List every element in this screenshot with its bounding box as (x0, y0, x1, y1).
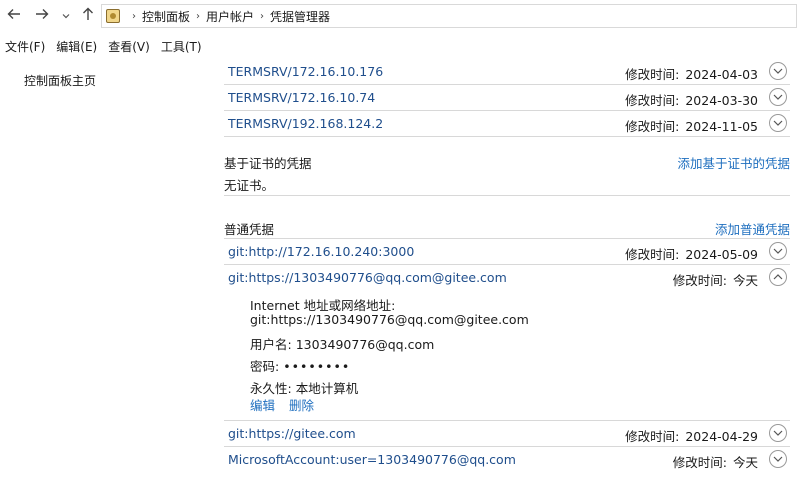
menu-file[interactable]: 文件(F) (0, 37, 51, 57)
modified-label: 修改时间: (625, 119, 680, 134)
chevron-down-icon (773, 430, 783, 436)
modified-value: 2024-03-30 (685, 93, 758, 108)
modified-value: 2024-11-05 (685, 119, 758, 134)
forward-button[interactable] (32, 6, 52, 26)
credential-modified: 修改时间: 2024-05-09 (625, 244, 758, 263)
credential-modified: 修改时间: 2024-04-29 (625, 426, 758, 445)
breadcrumb-user-accounts[interactable]: 用户帐户 (206, 8, 254, 25)
chevron-up-icon (773, 274, 783, 280)
credential-row[interactable]: git:http://172.16.10.240:3000 修改时间: 2024-… (224, 239, 790, 265)
chevron-down-icon (773, 456, 783, 462)
chevron-down-icon (62, 14, 70, 19)
credential-name[interactable]: TERMSRV/172.16.10.74 (228, 90, 375, 105)
breadcrumb-separator-icon[interactable]: › (132, 11, 136, 22)
chevron-down-icon (773, 248, 783, 254)
modified-value: 2024-04-29 (685, 429, 758, 444)
back-button[interactable] (4, 6, 24, 26)
modified-value: 今天 (732, 273, 758, 288)
credential-details: Internet 地址或网络地址: git:https://1303490776… (224, 291, 790, 421)
up-button[interactable] (78, 6, 98, 26)
modified-value: 2024-05-09 (685, 247, 758, 262)
breadcrumb-separator-icon[interactable]: › (260, 11, 264, 22)
recent-locations-button[interactable] (56, 6, 76, 26)
collapse-button[interactable] (769, 268, 787, 286)
expand-button[interactable] (769, 114, 787, 132)
chevron-down-icon (773, 120, 783, 126)
modified-label: 修改时间: (625, 429, 680, 444)
arrow-left-icon (7, 9, 20, 19)
credential-row[interactable]: TERMSRV/172.16.10.176 修改时间: 2024-04-03 (224, 59, 790, 85)
credential-modified: 修改时间: 今天 (673, 452, 758, 471)
password-row: 密码: •••••••• (250, 356, 350, 375)
username-value: 1303490776@qq.com (295, 337, 435, 352)
menu-edit[interactable]: 编辑(E) (51, 37, 103, 57)
credential-name[interactable]: TERMSRV/172.16.10.176 (228, 64, 383, 79)
credential-row[interactable]: TERMSRV/192.168.124.2 修改时间: 2024-11-05 (224, 111, 790, 137)
chevron-down-icon (773, 94, 783, 100)
section-title: 基于证书的凭据 (224, 156, 312, 171)
address-value: git:https://1303490776@qq.com@gitee.com (250, 312, 529, 327)
credential-name[interactable]: git:http://172.16.10.240:3000 (228, 244, 414, 259)
address-bar: › 控制面板 › 用户帐户 › 凭据管理器 (0, 0, 798, 32)
credential-modified: 修改时间: 2024-03-30 (625, 90, 758, 109)
certificate-section-header: 基于证书的凭据 添加基于证书的凭据 (224, 147, 790, 173)
modified-value: 今天 (732, 455, 758, 470)
modified-label: 修改时间: (672, 455, 727, 470)
username-label: 用户名: (250, 337, 292, 352)
expand-button[interactable] (769, 242, 787, 260)
certificate-empty: 无证书。 (224, 173, 790, 196)
empty-text: 无证书。 (224, 178, 275, 193)
expand-button[interactable] (769, 450, 787, 468)
arrow-up-icon (83, 7, 93, 20)
generic-section-header: 普通凭据 添加普通凭据 (224, 213, 790, 239)
add-certificate-credential-link[interactable]: 添加基于证书的凭据 (677, 153, 790, 172)
credential-name[interactable]: TERMSRV/192.168.124.2 (228, 116, 383, 131)
credential-actions: 编辑 删除 (250, 395, 328, 414)
menu-view[interactable]: 查看(V) (103, 37, 156, 57)
breadcrumb-credential-manager[interactable]: 凭据管理器 (270, 8, 330, 25)
credential-row[interactable]: MicrosoftAccount:user=1303490776@qq.com … (224, 447, 790, 473)
credential-modified: 修改时间: 2024-04-03 (625, 64, 758, 83)
credential-row[interactable]: git:https://gitee.com 修改时间: 2024-04-29 (224, 421, 790, 447)
credential-list: TERMSRV/172.16.10.176 修改时间: 2024-04-03 TE… (224, 59, 790, 473)
credential-row[interactable]: TERMSRV/172.16.10.74 修改时间: 2024-03-30 (224, 85, 790, 111)
expand-button[interactable] (769, 62, 787, 80)
credential-modified: 修改时间: 2024-11-05 (625, 116, 758, 135)
modified-label: 修改时间: (672, 273, 727, 288)
chevron-down-icon (773, 68, 783, 74)
username-row: 用户名: 1303490776@qq.com (250, 334, 434, 353)
expand-button[interactable] (769, 88, 787, 106)
credential-row-expanded[interactable]: git:https://1303490776@qq.com@gitee.com … (224, 265, 790, 291)
edit-link[interactable]: 编辑 (250, 398, 275, 413)
credential-modified: 修改时间: 今天 (673, 270, 758, 289)
menu-bar: 文件(F) 编辑(E) 查看(V) 工具(T) (0, 37, 208, 57)
credential-name[interactable]: git:https://1303490776@qq.com@gitee.com (228, 270, 507, 285)
section-title: 普通凭据 (224, 222, 275, 237)
credential-name[interactable]: git:https://gitee.com (228, 426, 356, 441)
password-value: •••••••• (283, 359, 351, 374)
add-generic-credential-link[interactable]: 添加普通凭据 (715, 219, 790, 238)
modified-label: 修改时间: (625, 247, 680, 262)
expand-button[interactable] (769, 424, 787, 442)
control-panel-home-link[interactable]: 控制面板主页 (24, 72, 96, 89)
modified-value: 2024-04-03 (685, 67, 758, 82)
modified-label: 修改时间: (625, 67, 680, 82)
control-panel-icon (106, 9, 120, 23)
breadcrumb-separator-icon[interactable]: › (196, 11, 200, 22)
breadcrumb-control-panel[interactable]: 控制面板 (142, 8, 190, 25)
delete-link[interactable]: 删除 (289, 398, 314, 413)
persistence-label: 永久性: (250, 381, 292, 396)
credential-name[interactable]: MicrosoftAccount:user=1303490776@qq.com (228, 452, 516, 467)
modified-label: 修改时间: (625, 93, 680, 108)
persistence-value: 本地计算机 (295, 381, 359, 396)
arrow-right-icon (36, 9, 49, 19)
menu-tools[interactable]: 工具(T) (156, 37, 208, 57)
password-label: 密码: (250, 359, 280, 374)
address-box[interactable]: › 控制面板 › 用户帐户 › 凭据管理器 (101, 4, 797, 28)
